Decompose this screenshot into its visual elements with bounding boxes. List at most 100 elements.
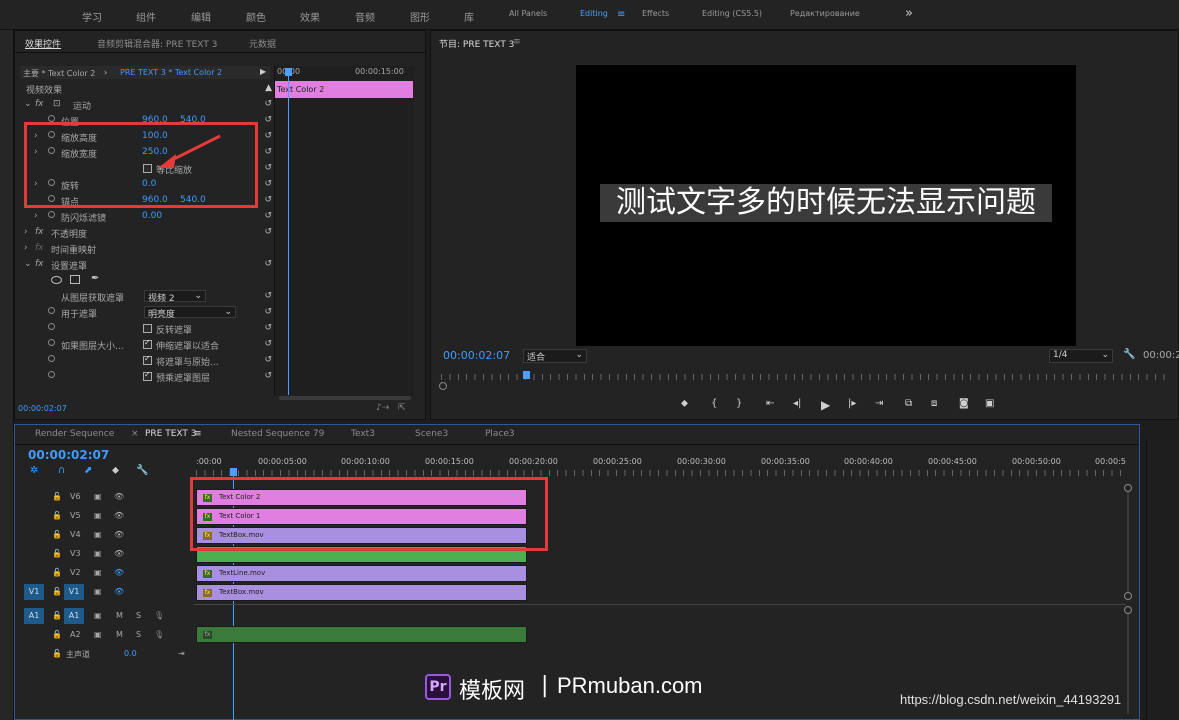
program-menu-icon[interactable]: ≡ <box>513 37 521 47</box>
ws-library[interactable]: 库 <box>464 9 474 24</box>
fx-icon[interactable]: fx <box>35 99 44 109</box>
stopwatch-icon[interactable] <box>48 371 55 378</box>
fit-select[interactable]: 适合 ⌄ <box>523 349 587 363</box>
source-patch-a1[interactable]: A1 <box>24 608 44 624</box>
reset-icon[interactable]: ↺ <box>264 371 272 381</box>
master-jump-icon[interactable]: ⇥ <box>178 649 185 658</box>
reset-icon[interactable]: ↺ <box>264 211 272 221</box>
program-scroll-handle[interactable] <box>439 382 447 390</box>
go-to-out-icon[interactable]: ⇥ <box>875 398 883 409</box>
timeline-clip[interactable]: fx TextLine.mov <box>196 565 527 582</box>
timeline-ruler[interactable]: :00:00 00:00:05:00 00:00:10:00 00:00:15:… <box>196 457 1126 479</box>
ws-overflow-icon[interactable]: » <box>905 6 913 21</box>
audio-clip[interactable]: fx <box>196 626 527 643</box>
composite-checkbox[interactable] <box>143 354 152 365</box>
sync-lock-icon[interactable]: ▣ <box>94 549 102 558</box>
sync-lock-icon[interactable]: ▣ <box>94 630 102 639</box>
audio-vscroll-track[interactable] <box>1127 614 1129 714</box>
chevron-right-icon[interactable]: › <box>24 227 28 237</box>
mute-button[interactable]: M <box>116 630 123 639</box>
reset-icon[interactable]: ↺ <box>264 323 272 333</box>
mini-playhead[interactable] <box>288 69 289 395</box>
chevron-down-icon[interactable]: ⌄ <box>24 259 32 269</box>
lock-icon[interactable]: 🔓 <box>52 587 62 596</box>
track-target-v1[interactable]: V1 <box>64 584 84 600</box>
step-back-icon[interactable]: ◂| <box>793 398 801 409</box>
sync-lock-icon[interactable]: ▣ <box>94 611 102 620</box>
vscroll-handle-top[interactable] <box>1124 484 1132 492</box>
ws-editing[interactable]: Editing <box>580 9 608 18</box>
ws-edit[interactable]: 编辑 <box>191 9 211 24</box>
ellipse-mask-icon[interactable] <box>51 276 62 284</box>
tab-place3[interactable]: Place3 <box>485 429 515 439</box>
sync-lock-icon[interactable]: ▣ <box>94 530 102 539</box>
reset-icon[interactable]: ↺ <box>264 179 272 189</box>
out-point-icon[interactable]: } <box>736 398 742 409</box>
pen-mask-icon[interactable]: ✒ <box>91 273 99 284</box>
tab-nested-sequence-79[interactable]: Nested Sequence 79 <box>231 429 324 439</box>
use-for-matte-select[interactable]: 明亮度 ⌄ <box>144 306 236 320</box>
scroll-up-icon[interactable]: ▲ <box>265 83 272 93</box>
ws-learn[interactable]: 学习 <box>82 9 102 24</box>
lock-icon[interactable]: 🔓 <box>52 549 62 558</box>
chevron-right-icon[interactable]: › <box>34 211 38 221</box>
stopwatch-icon[interactable] <box>48 355 55 362</box>
tab-scene3[interactable]: Scene3 <box>415 429 448 439</box>
vscroll-handle-bottom[interactable] <box>1124 592 1132 600</box>
ws-russian[interactable]: Редактирование <box>790 9 860 18</box>
ws-editing-menu-icon[interactable]: ≡ <box>617 9 625 20</box>
eye-hidden-icon[interactable]: 👁 <box>114 568 124 577</box>
snap-icon[interactable]: ∩ <box>58 465 65 476</box>
sync-lock-icon[interactable]: ▣ <box>94 568 102 577</box>
eye-icon[interactable]: 👁 <box>114 511 124 520</box>
lock-icon[interactable]: 🔓 <box>52 492 62 501</box>
sequence-clip-label[interactable]: PRE TEXT 3 * Text Color 2 <box>120 68 222 77</box>
eye-icon[interactable]: 👁 <box>114 549 124 558</box>
reset-icon[interactable]: ↺ <box>264 99 272 109</box>
invert-checkbox[interactable] <box>143 324 152 333</box>
extract-icon[interactable]: ⧈ <box>931 398 937 409</box>
reset-icon[interactable]: ↺ <box>264 131 272 141</box>
ws-graphics[interactable]: 图形 <box>410 9 430 24</box>
lock-icon[interactable]: 🔓 <box>52 630 62 639</box>
eye-hidden-icon[interactable]: 👁 <box>114 587 124 596</box>
wrench-icon[interactable]: 🔧 <box>1123 349 1135 360</box>
tab-audio-clip-mixer[interactable]: 音频剪辑混合器: PRE TEXT 3 <box>97 37 217 50</box>
motion-transform-icon[interactable]: ⊡ <box>53 99 61 109</box>
tab-effect-controls[interactable]: 效果控件 <box>25 37 61 50</box>
lock-icon[interactable]: 🔓 <box>52 511 62 520</box>
chevron-down-icon[interactable]: ⌄ <box>24 99 32 109</box>
program-video-frame[interactable]: 测试文字多的时候无法显示问题 <box>576 65 1076 346</box>
in-point-icon[interactable]: { <box>711 398 717 409</box>
ws-effects-en[interactable]: Effects <box>642 9 669 18</box>
play-only-icon[interactable]: ▶ <box>260 67 266 76</box>
quality-select[interactable]: 1/4 ⌄ <box>1049 349 1113 363</box>
solo-button[interactable]: S <box>136 611 141 620</box>
tab-pre-text-3[interactable]: PRE TEXT 3 <box>145 429 197 439</box>
chevron-right-icon[interactable]: › <box>24 243 28 253</box>
ws-all-panels[interactable]: All Panels <box>509 9 547 18</box>
audio-scrub-icon[interactable]: ♪⇢ <box>376 403 389 413</box>
master-volume-value[interactable]: 0.0 <box>124 649 137 658</box>
reset-icon[interactable]: ↺ <box>264 163 272 173</box>
track-target-a1[interactable]: A1 <box>64 608 84 624</box>
vscroll-track[interactable] <box>1127 492 1129 592</box>
ws-effects[interactable]: 效果 <box>300 9 320 24</box>
close-icon[interactable]: × <box>131 429 139 439</box>
go-to-in-icon[interactable]: ⇤ <box>766 398 774 409</box>
solo-button[interactable]: S <box>136 630 141 639</box>
mini-zoom-scrollbar[interactable] <box>279 396 411 400</box>
ws-editing-cs55[interactable]: Editing (CS5.5) <box>702 9 762 18</box>
stopwatch-icon[interactable] <box>48 211 55 218</box>
source-patch-v1[interactable]: V1 <box>24 584 44 600</box>
time-remap-row[interactable]: › fx 时间重映射 <box>20 240 272 256</box>
reset-icon[interactable]: ↺ <box>264 307 272 317</box>
play-icon[interactable]: ▶ <box>821 398 830 412</box>
stopwatch-icon[interactable] <box>48 323 55 330</box>
linked-selection-icon[interactable]: ⬈ <box>84 465 92 476</box>
lock-icon[interactable]: 🔓 <box>52 611 62 620</box>
reset-icon[interactable]: ↺ <box>264 291 272 301</box>
ws-assembly[interactable]: 组件 <box>136 9 156 24</box>
nest-icon[interactable]: ✲ <box>30 465 38 476</box>
ws-color[interactable]: 颜色 <box>246 9 266 24</box>
